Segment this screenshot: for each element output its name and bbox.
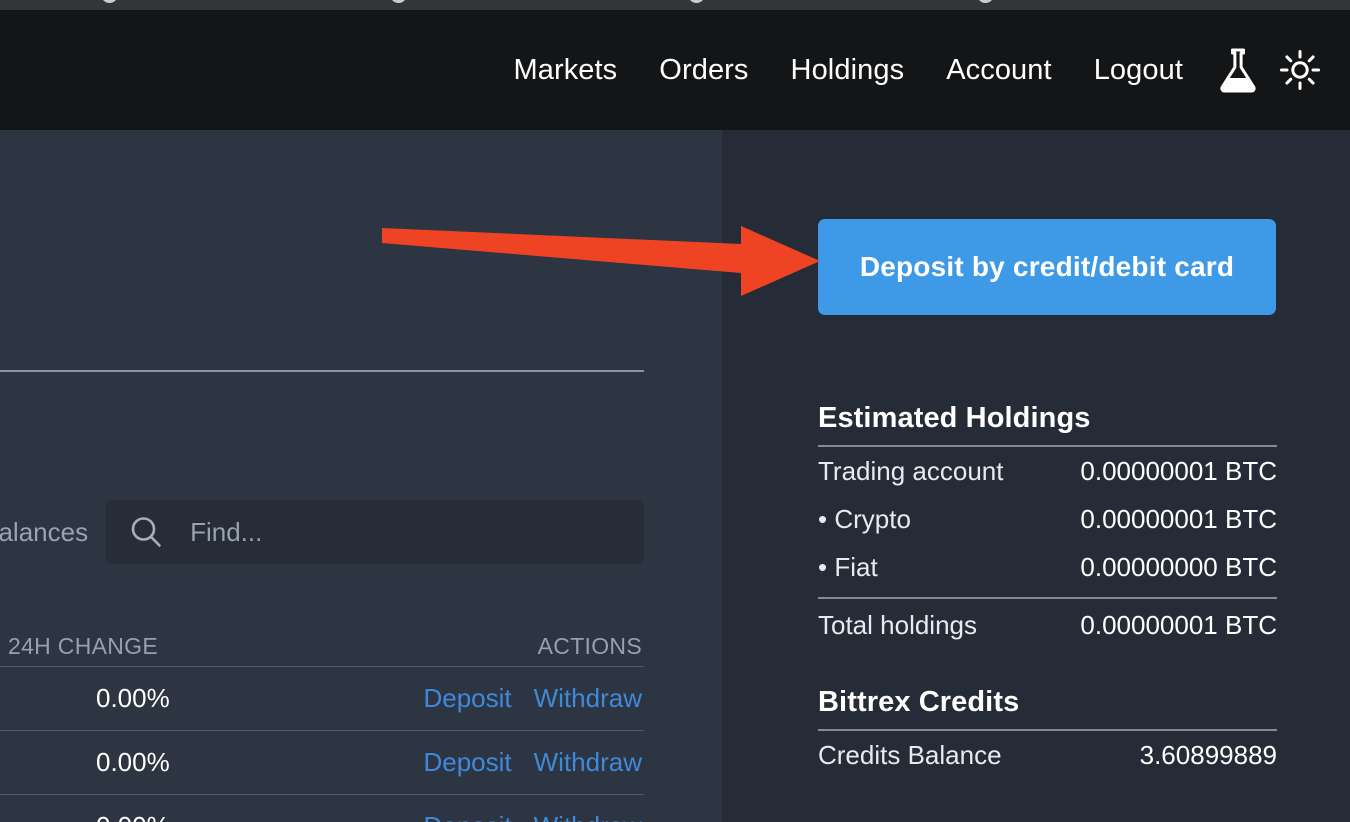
- holdings-left-panel: balances Find... 24H CHANGE ACTIONS 0.00…: [0, 130, 722, 822]
- row-label: • Crypto: [818, 503, 911, 534]
- cutoff-glyph: [688, 0, 705, 3]
- total-divider: [818, 597, 1277, 599]
- row-label: Total holdings: [818, 609, 977, 640]
- cell-24h-change: 0.00%: [96, 683, 170, 713]
- balances-table: 24H CHANGE ACTIONS 0.00% Deposit Withdra…: [0, 620, 644, 822]
- row-value: 3.60899889: [1139, 739, 1277, 770]
- app-screen: Markets Orders Holdings Account Logout a…: [0, 0, 1350, 822]
- bittrex-credits-section: Bittrex Credits Credits Balance 3.608998…: [818, 686, 1277, 779]
- row-label: • Fiat: [818, 551, 878, 582]
- nav-item-account[interactable]: Account: [925, 54, 1073, 87]
- nav-item-markets[interactable]: Markets: [492, 54, 638, 87]
- search-placeholder: Find...: [190, 516, 263, 547]
- cell-24h-change: 0.00%: [96, 811, 170, 822]
- holdings-row-trading-account: Trading account 0.00000001 BTC: [818, 447, 1277, 495]
- panel-divider: [0, 370, 644, 372]
- cell-24h-change: 0.00%: [96, 747, 170, 777]
- row-label: Credits Balance: [818, 739, 1002, 770]
- row-label: Trading account: [818, 455, 1004, 486]
- deposit-link[interactable]: Deposit: [423, 811, 511, 822]
- nav-item-orders[interactable]: Orders: [638, 54, 769, 87]
- cell-actions: Deposit Withdraw: [423, 811, 642, 822]
- bittrex-credits-title: Bittrex Credits: [818, 686, 1020, 718]
- page-top-sliver: [0, 0, 1350, 10]
- nav-item-logout[interactable]: Logout: [1073, 54, 1204, 87]
- estimated-holdings-title: Estimated Holdings: [818, 402, 1091, 434]
- sun-icon[interactable]: [1272, 42, 1328, 98]
- row-value: 0.00000001 BTC: [1080, 503, 1277, 534]
- deposit-by-card-button[interactable]: Deposit by credit/debit card: [818, 219, 1276, 315]
- cutoff-glyph: [977, 0, 994, 3]
- cell-actions: Deposit Withdraw: [423, 747, 642, 778]
- flask-icon[interactable]: [1210, 42, 1266, 98]
- row-value: 0.00000000 BTC: [1080, 551, 1277, 582]
- deposit-link[interactable]: Deposit: [423, 683, 511, 714]
- holdings-row-fiat: • Fiat 0.00000000 BTC: [818, 543, 1277, 591]
- holdings-row-total: Total holdings 0.00000001 BTC: [818, 601, 1277, 649]
- withdraw-link[interactable]: Withdraw: [534, 747, 642, 778]
- withdraw-link[interactable]: Withdraw: [534, 811, 642, 822]
- estimated-holdings-section: Estimated Holdings Trading account 0.000…: [818, 402, 1277, 649]
- nav-item-holdings[interactable]: Holdings: [770, 54, 926, 87]
- column-header-24h-change: 24H CHANGE: [8, 633, 158, 659]
- table-row[interactable]: 0.00% Deposit Withdraw: [0, 731, 644, 794]
- cell-actions: Deposit Withdraw: [423, 683, 642, 714]
- row-value: 0.00000001 BTC: [1080, 455, 1277, 486]
- column-header-actions: ACTIONS: [537, 633, 642, 659]
- table-row[interactable]: 0.00% Deposit Withdraw: [0, 795, 644, 822]
- search-icon: [131, 517, 161, 547]
- hide-zero-balances-label: balances: [0, 516, 89, 547]
- table-header-row: 24H CHANGE ACTIONS: [0, 620, 644, 666]
- deposit-link[interactable]: Deposit: [423, 747, 511, 778]
- balances-filter-row: balances Find...: [0, 500, 644, 564]
- holdings-row-crypto: • Crypto 0.00000001 BTC: [818, 495, 1277, 543]
- main-navbar: Markets Orders Holdings Account Logout: [0, 10, 1350, 130]
- search-input[interactable]: Find...: [106, 500, 644, 564]
- row-value: 0.00000001 BTC: [1080, 609, 1277, 640]
- cutoff-glyph: [101, 0, 118, 3]
- withdraw-link[interactable]: Withdraw: [534, 683, 642, 714]
- table-row[interactable]: 0.00% Deposit Withdraw: [0, 667, 644, 730]
- holdings-right-panel: Deposit by credit/debit card Estimated H…: [722, 130, 1350, 822]
- credits-row-balance: Credits Balance 3.60899889: [818, 731, 1277, 779]
- cutoff-glyph: [390, 0, 407, 3]
